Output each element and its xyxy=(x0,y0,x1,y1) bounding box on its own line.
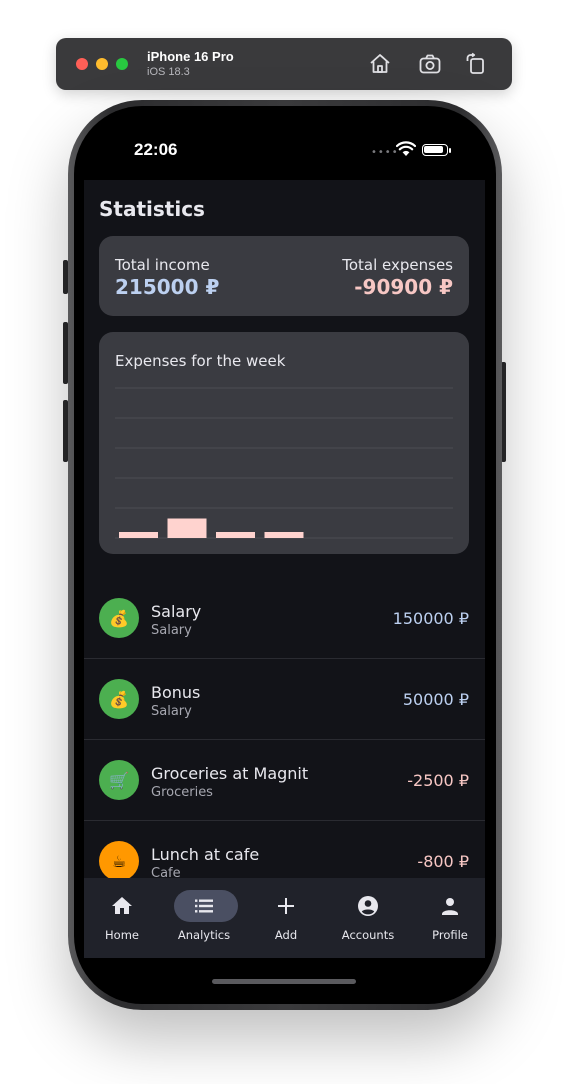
transaction-name: Salary xyxy=(151,602,202,621)
nav-tab-label: Home xyxy=(105,928,139,942)
battery-icon xyxy=(422,144,448,156)
nav-tab-analytics[interactable]: Analytics xyxy=(168,878,248,958)
wifi-icon xyxy=(396,141,416,156)
person-icon xyxy=(438,894,462,918)
home-indicator[interactable] xyxy=(212,979,356,984)
simulator-os-version: iOS 18.3 xyxy=(147,66,190,78)
nav-tab-label: Accounts xyxy=(341,928,395,942)
transaction-row[interactable]: 💰 Salary Salary 150000 ₽ xyxy=(84,578,485,659)
nav-tab-label: Profile xyxy=(432,928,468,942)
list-icon xyxy=(192,894,216,918)
shopping-cart-icon: 🛒 xyxy=(99,760,139,800)
home-icon xyxy=(110,894,134,918)
transaction-amount: 150000 ₽ xyxy=(392,609,469,628)
page-title: Statistics xyxy=(99,197,205,221)
rotate-device-icon[interactable] xyxy=(464,52,488,76)
battery-tip xyxy=(449,148,451,153)
total-expenses-value: -90900 ₽ xyxy=(354,275,453,299)
coffee-icon: ☕ xyxy=(99,841,139,881)
chart-bar xyxy=(119,532,158,538)
transaction-category: Salary xyxy=(151,623,192,638)
status-time: 22:06 xyxy=(134,140,178,159)
chart-bar xyxy=(167,518,207,538)
transaction-row[interactable]: 💰 Bonus Salary 50000 ₽ xyxy=(84,659,485,740)
transaction-name: Lunch at cafe xyxy=(151,845,260,864)
transaction-amount: -800 ₽ xyxy=(417,852,469,871)
account-circle-icon xyxy=(356,894,380,918)
screenshot-icon[interactable] xyxy=(418,52,442,76)
nav-tab-profile[interactable]: Profile xyxy=(414,878,485,958)
transaction-category: Groceries xyxy=(151,785,213,800)
transaction-amount: 50000 ₽ xyxy=(402,690,469,709)
money-bag-icon: 💰 xyxy=(99,679,139,719)
zoom-window-button[interactable] xyxy=(116,58,128,70)
nav-tab-add[interactable]: Add xyxy=(250,878,330,958)
simulator-title-bar: iPhone 16 Pro iOS 18.3 xyxy=(56,38,512,90)
close-window-button[interactable] xyxy=(76,58,88,70)
nav-tab-accounts[interactable]: Accounts xyxy=(332,878,412,958)
chart-bar xyxy=(216,532,255,538)
transaction-name: Groceries at Magnit xyxy=(151,764,309,783)
minimize-window-button[interactable] xyxy=(96,58,108,70)
app-screen: Statistics Total income 215000 ₽ Total e… xyxy=(84,180,485,958)
bottom-navigation-bar: Home Analytics Add Accounts Profile xyxy=(84,878,485,958)
simulator-device-name: iPhone 16 Pro xyxy=(147,49,234,64)
home-button-icon[interactable] xyxy=(368,52,392,76)
plus-icon xyxy=(274,894,298,918)
chart-bar xyxy=(264,532,304,538)
total-expenses-label: Total expenses xyxy=(342,256,453,274)
money-bag-icon: 💰 xyxy=(99,598,139,638)
weekly-expenses-chart-card: Expenses for the week xyxy=(99,332,469,554)
nav-tab-home[interactable]: Home xyxy=(86,878,166,958)
total-income-label: Total income xyxy=(115,256,210,274)
transaction-row[interactable]: 🛒 Groceries at Magnit Groceries -2500 ₽ xyxy=(84,740,485,821)
total-income-value: 215000 ₽ xyxy=(115,275,220,299)
transaction-amount: -2500 ₽ xyxy=(407,771,469,790)
weekly-expenses-chart xyxy=(115,387,453,539)
nav-tab-label: Add xyxy=(274,928,298,942)
transaction-category: Salary xyxy=(151,704,192,719)
transaction-name: Bonus xyxy=(151,683,201,702)
totals-card: Total income 215000 ₽ Total expenses -90… xyxy=(99,236,469,316)
nav-tab-label: Analytics xyxy=(177,928,231,942)
cellular-signal-icon: •••• xyxy=(371,147,399,158)
